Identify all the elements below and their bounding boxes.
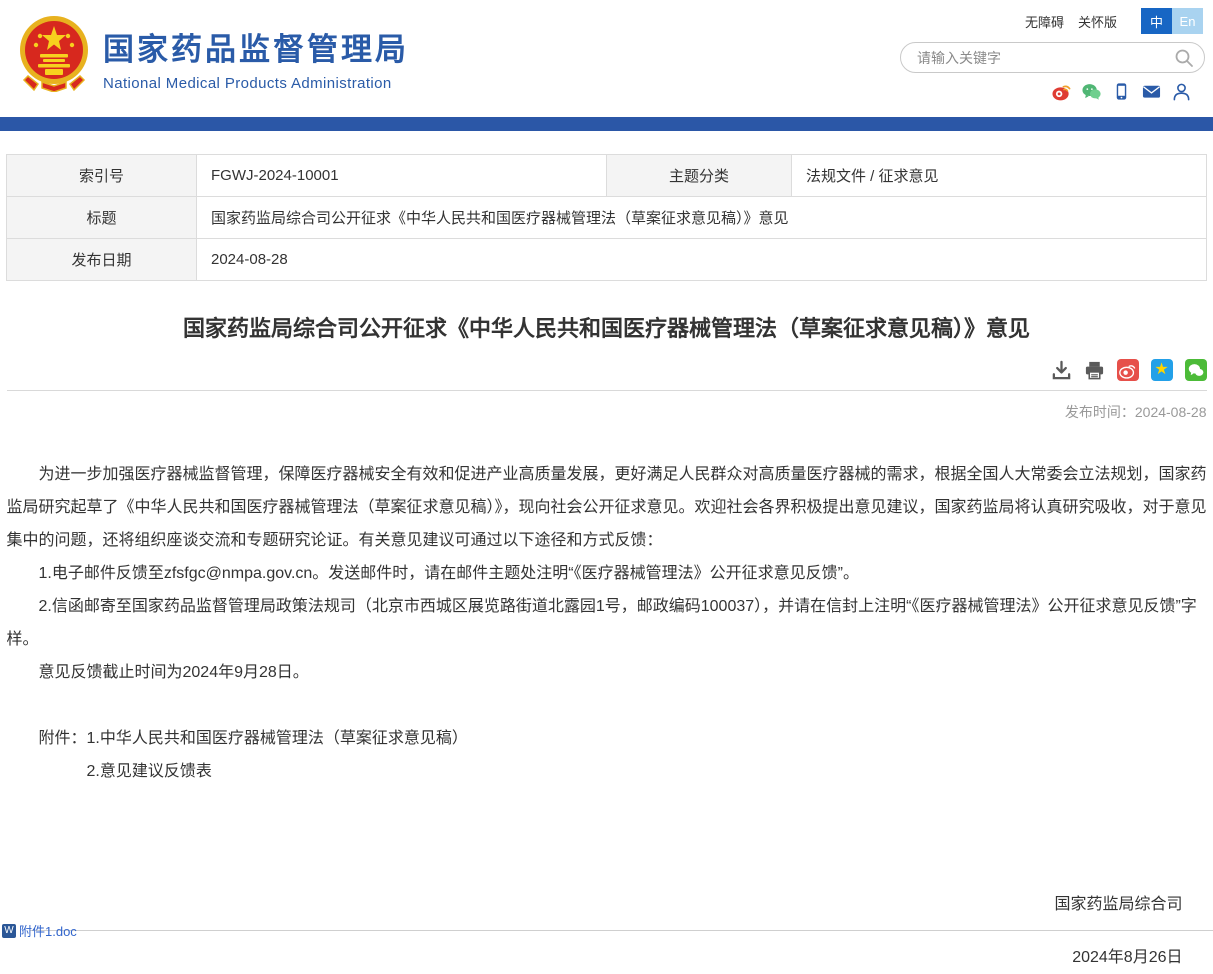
attachments-block: 附件： 1.中华人民共和国医疗器械管理法（草案征求意见稿） 2.意见建议反馈表 [7,722,1207,788]
article-toolbar: ★ [7,359,1207,391]
article-body: 为进一步加强医疗器械监督管理，保障医疗器械安全有效和促进产业高质量发展，更好满足… [7,458,1207,974]
header-social-icons [1052,82,1191,101]
paragraph-deadline: 意见反馈截止时间为2024年9月28日。 [7,656,1207,689]
footer-attachment-label[interactable]: 附件1.doc [19,921,77,940]
publish-time: 发布时间：2024-08-28 [7,402,1207,422]
footer-divider [30,930,1213,931]
meta-label-pubdate: 发布日期 [7,239,197,281]
share-qzone-icon[interactable]: ★ [1151,359,1173,381]
site-header: 国家药品监督管理局 National Medical Products Admi… [0,0,1213,117]
meta-label-index: 索引号 [7,155,197,197]
search-icon[interactable] [1174,48,1194,68]
signature-block: 国家药监局综合司 2024年8月26日 [7,888,1207,974]
attachment-link-1[interactable]: 1.中华人民共和国医疗器械管理法（草案征求意见稿） [87,722,468,755]
search-input[interactable] [917,50,1174,66]
page-title: 国家药监局综合司公开征求《中华人民共和国医疗器械管理法（草案征求意见稿）》意见 [7,311,1207,343]
footer-attachment-link[interactable]: W 附件1.doc [2,921,77,940]
word-doc-icon: W [2,924,16,938]
lang-en-button[interactable]: En [1172,8,1203,34]
table-row: 发布日期 2024-08-28 [7,239,1207,281]
site-name-english: National Medical Products Administration [103,75,409,92]
paragraph-feedback-email: 1.电子邮件反馈至zfsfgc@nmpa.gov.cn。发送邮件时，请在邮件主题… [7,557,1207,590]
meta-label-category: 主题分类 [607,155,792,197]
header-divider-bar [0,117,1213,131]
mail-icon[interactable] [1142,82,1161,101]
meta-value-title: 国家药监局综合司公开征求《中华人民共和国医疗器械管理法（草案征求意见稿）》意见 [197,197,1207,239]
meta-value-index: FGWJ-2024-10001 [197,155,607,197]
paragraph-feedback-mail: 2.信函邮寄至国家药品监督管理局政策法规司（北京市西城区展览路街道北露园1号，邮… [7,590,1207,656]
meta-value-category: 法规文件 / 征求意见 [792,155,1207,197]
signature-department: 国家药监局综合司 [7,888,1183,921]
signature-date: 2024年8月26日 [7,941,1183,974]
attachments-label: 附件： [39,722,87,788]
table-row: 索引号 FGWJ-2024-10001 主题分类 法规文件 / 征求意见 [7,155,1207,197]
lang-zh-button[interactable]: 中 [1141,8,1172,34]
meta-value-pubdate: 2024-08-28 [197,239,1207,281]
download-icon[interactable] [1051,360,1072,381]
accessibility-link[interactable]: 无障碍 [1025,12,1064,31]
attachment-link-2[interactable]: 2.意见建议反馈表 [87,755,468,788]
top-utility-bar: 无障碍 关怀版 中 En [1025,8,1203,34]
document-meta-table: 索引号 FGWJ-2024-10001 主题分类 法规文件 / 征求意见 标题 … [6,154,1207,281]
share-weibo-icon[interactable] [1117,359,1139,381]
site-name: 国家药品监督管理局 [103,24,409,69]
share-wechat-icon[interactable] [1185,359,1207,381]
attachments-list: 1.中华人民共和国医疗器械管理法（草案征求意见稿） 2.意见建议反馈表 [87,722,468,788]
weibo-icon[interactable] [1052,82,1071,101]
page: { "top_bar": { "accessibility": "无障碍", "… [0,0,1213,933]
language-switcher: 中 En [1141,8,1203,34]
site-title-block: 国家药品监督管理局 National Medical Products Admi… [103,24,409,92]
care-version-link[interactable]: 关怀版 [1078,12,1117,31]
user-icon[interactable] [1172,82,1191,101]
paragraph-intro: 为进一步加强医疗器械监督管理，保障医疗器械安全有效和促进产业高质量发展，更好满足… [7,458,1207,557]
national-emblem-logo [18,14,90,92]
search-box [900,42,1205,73]
wechat-icon[interactable] [1082,82,1101,101]
meta-label-title: 标题 [7,197,197,239]
mobile-icon[interactable] [1112,82,1131,101]
table-row: 标题 国家药监局综合司公开征求《中华人民共和国医疗器械管理法（草案征求意见稿）》… [7,197,1207,239]
print-icon[interactable] [1084,360,1105,381]
